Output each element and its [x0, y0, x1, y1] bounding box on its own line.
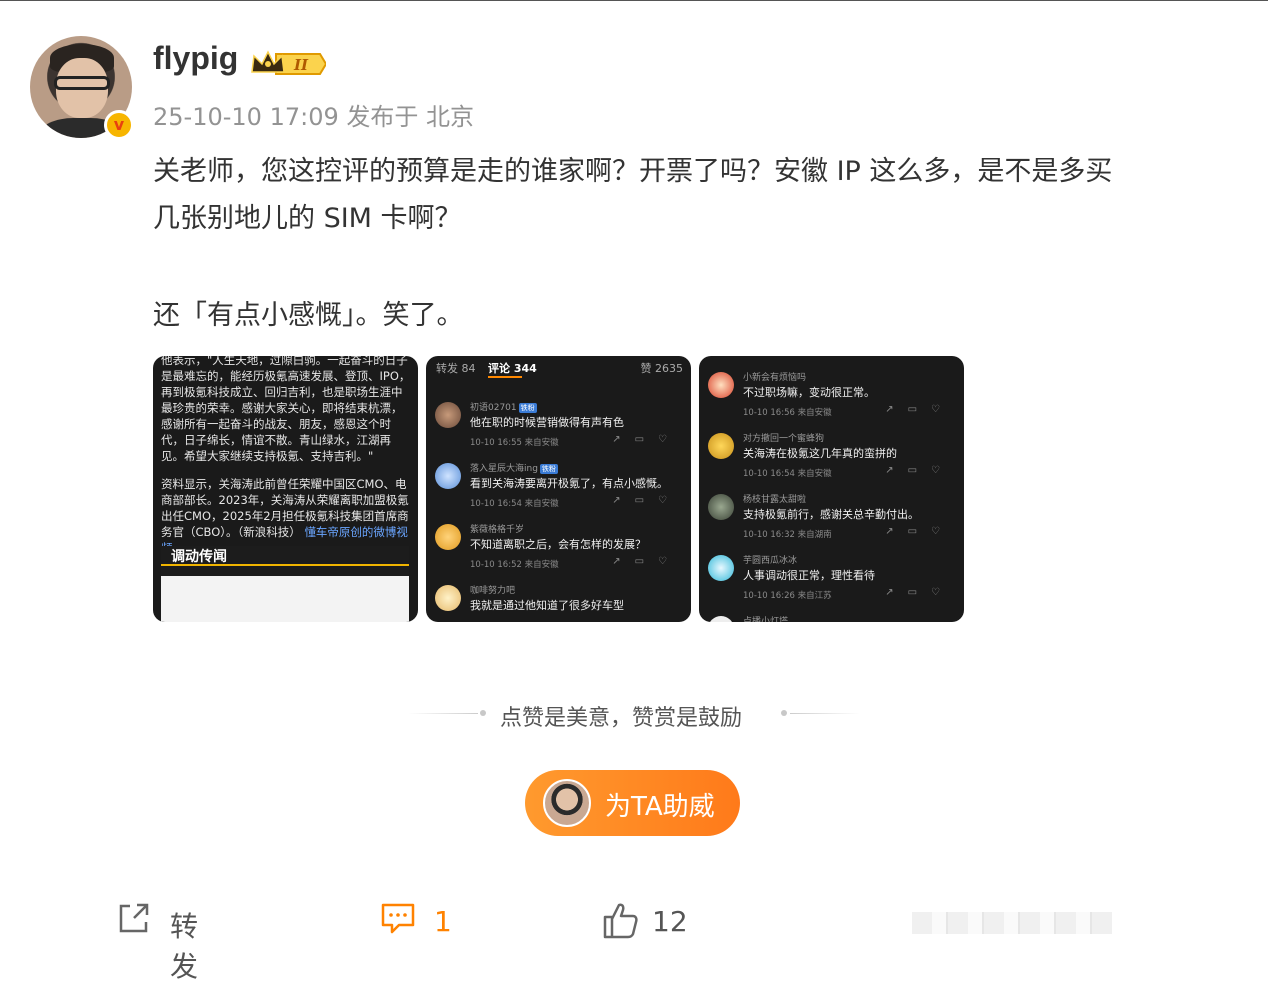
comment-meta: 10-10 16:26 来自江苏	[743, 591, 832, 601]
comment-author: 落入星辰大海ing 铁粉	[470, 464, 558, 474]
comment-action-icons: ↗▭♡	[612, 556, 681, 567]
commenter-avatar	[708, 494, 734, 520]
comment-action-icons: ↗▭♡	[885, 404, 954, 415]
article-para: 他表示，"人生天地，过隙白驹。一起奋斗的日子是最难忘的，能经历极氪高速发展、登顶…	[161, 356, 411, 463]
commenter-avatar	[435, 402, 461, 428]
thumbs-up-icon	[603, 903, 638, 939]
comment-text: 关海涛在极氪这几年真的蛮拼的	[743, 447, 897, 460]
verified-badge-icon: v	[104, 110, 134, 140]
comment-meta: 10-10 16:55 来自安徽	[470, 438, 559, 448]
comment-item: 点播小灯塔	[699, 612, 964, 622]
comment-action-icons: ↗▭♡	[612, 495, 681, 506]
commenter-avatar	[708, 555, 734, 581]
comment-item: 小新会有烦恼吗 不过职场嘛，变动很正常。 10-10 16:56 来自安徽 ↗▭…	[699, 368, 964, 430]
comment-item: 杨枝甘露太甜啦 支持极氪前行，感谢关总辛勤付出。 10-10 16:32 来自湖…	[699, 490, 964, 552]
comment-text: 不过职场嘛，变动很正常。	[743, 386, 875, 399]
comment-author: 芋圆西瓜冰冰	[743, 556, 798, 566]
comment-count: 1	[434, 905, 452, 938]
article-para: 资料显示，关海涛此前曾任荣耀中国区CMO、电商部部长。2023年，关海涛从荣耀离…	[161, 476, 411, 556]
comment-author: 小新会有烦恼吗	[743, 373, 807, 383]
comment-author: 紫薇格格千岁	[470, 525, 525, 535]
like-count: 12	[652, 905, 688, 938]
comment-text: 不知道离职之后，会有怎样的发展？	[470, 538, 646, 551]
repost-label: 转发	[170, 910, 199, 983]
repost-icon	[119, 903, 149, 933]
commenter-avatar	[435, 585, 461, 611]
comment-item: 初语02701 铁粉 他在职的时候营销做得有声有色 10-10 16:55 来自安…	[426, 398, 691, 460]
comment-action-icons: ↗▭♡	[885, 587, 954, 598]
video-title: 调动传闻	[171, 549, 227, 565]
crown-level-icon[interactable]: II	[250, 50, 326, 78]
comment-action-icons: ↗▭♡	[612, 434, 681, 445]
commenter-avatar	[708, 433, 734, 459]
comment-text: 人事调动很正常，理性看待	[743, 569, 875, 582]
comment-item: 落入星辰大海ing 铁粉 看到关海涛要离开极氪了，有点小感慨。 10-10 16:…	[426, 459, 691, 521]
blurred-region	[912, 912, 1112, 934]
commenter-avatar	[435, 463, 461, 489]
comment-meta: 10-10 16:52 来自安徽	[470, 560, 559, 570]
comment-author: 点播小灯塔	[743, 617, 789, 622]
tab-repost: 转发 84	[436, 362, 476, 375]
comment-item: 对方撤回一个蜜蜂狗 关海涛在极氪这几年真的蛮拼的 10-10 16:54 来自安…	[699, 429, 964, 491]
tab-comments: 评论 344	[488, 362, 537, 375]
comment-text: 我就是通过他知道了很多好车型	[470, 599, 624, 612]
article-screenshot: 他表示，"人生天地，过隙白驹。一起奋斗的日子是最难忘的，能经历极氪高速发展、登顶…	[161, 356, 411, 568]
post-image-2[interactable]: 转发 84 评论 344 赞 2635 初语02701 铁粉 他在职的时候营销做得…	[426, 356, 691, 622]
comment-meta: 10-10 16:32 来自湖南	[743, 530, 832, 540]
comment-action-icons: ↗▭♡	[885, 526, 954, 537]
comment-author: 初语02701 铁粉	[470, 403, 537, 413]
comment-text: 看到关海涛要离开极氪了，有点小感慨。	[470, 477, 668, 490]
username[interactable]: flypig	[153, 40, 238, 77]
comment-author: 咖啡努力吧	[470, 586, 516, 596]
cheer-button[interactable]: 为TA助威	[525, 770, 740, 836]
comment-author: 对方撤回一个蜜蜂狗	[743, 434, 825, 444]
cheer-button-label: 为TA助威	[605, 792, 715, 822]
comment-text: 他在职的时候营销做得有声有色	[470, 416, 624, 429]
comment-text: 支持极氪前行，感谢关总辛勤付出。	[743, 508, 919, 521]
commenter-avatar	[708, 372, 734, 398]
commenter-avatar	[435, 524, 461, 550]
cheer-avatar	[543, 779, 591, 827]
top-border	[0, 0, 1268, 1]
comment-author: 杨枝甘露太甜啦	[743, 495, 807, 505]
post-text-line: 几张别地儿的 SIM 卡啊？	[153, 203, 462, 234]
post-text-line: 还「有点小感慨」。笑了。	[153, 300, 464, 331]
post-text-line: 关老师，您这控评的预算是走的谁家啊？开票了吗？安徽 IP 这么多，是不是多买	[153, 156, 1113, 187]
comment-item: 咖啡努力吧 我就是通过他知道了很多好车型	[426, 581, 691, 622]
comment-action-icons: ↗▭♡	[885, 465, 954, 476]
post-meta: 25-10-10 17:09 发布于 北京	[153, 103, 474, 131]
commenter-avatar	[708, 616, 734, 622]
level-badge-text: II	[293, 56, 309, 74]
tab-likes: 赞 2635	[640, 362, 684, 375]
video-preview: 调动传闻	[161, 546, 409, 622]
post-image-1[interactable]: 他表示，"人生天地，过隙白驹。一起奋斗的日子是最难忘的，能经历极氪高速发展、登顶…	[153, 356, 418, 622]
comment-item: 芋圆西瓜冰冰 人事调动很正常，理性看待 10-10 16:26 来自江苏 ↗▭♡	[699, 551, 964, 613]
reward-tagline: 点赞是美意，赞赏是鼓励	[500, 706, 743, 731]
comment-meta: 10-10 16:54 来自安徽	[743, 469, 832, 479]
post-image-3[interactable]: 小新会有烦恼吗 不过职场嘛，变动很正常。 10-10 16:56 来自安徽 ↗▭…	[699, 356, 964, 622]
comment-meta: 10-10 16:56 来自安徽	[743, 408, 832, 418]
comment-tabs: 转发 84 评论 344 赞 2635	[426, 356, 691, 380]
avatar-glasses	[54, 76, 110, 90]
comment-icon	[381, 903, 415, 934]
post-text: 关老师，您这控评的预算是走的谁家啊？开票了吗？安徽 IP 这么多，是不是多买 几…	[153, 148, 1233, 339]
comment-item: 紫薇格格千岁 不知道离职之后，会有怎样的发展？ 10-10 16:52 来自安徽…	[426, 520, 691, 582]
comment-meta: 10-10 16:54 来自安徽	[470, 499, 559, 509]
reward-divider: 点赞是美意，赞赏是鼓励	[0, 700, 1268, 731]
